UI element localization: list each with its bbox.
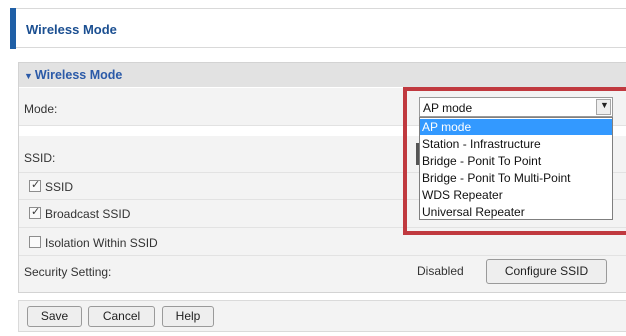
- help-button[interactable]: Help: [162, 306, 214, 327]
- chevron-down-icon: ▼: [600, 100, 609, 110]
- page-title: Wireless Mode: [26, 22, 117, 37]
- cancel-button[interactable]: Cancel: [88, 306, 155, 327]
- check-mark-icon: ✓: [31, 206, 41, 218]
- dropdown-arrow-button[interactable]: ▼: [596, 99, 611, 115]
- mode-option-ap[interactable]: AP mode: [420, 119, 612, 135]
- security-setting-label: Security Setting:: [24, 265, 112, 279]
- save-button[interactable]: Save: [27, 306, 82, 327]
- ssid-checkbox[interactable]: ✓: [29, 179, 41, 192]
- header-accent-bar: [10, 8, 16, 49]
- isolation-checkbox[interactable]: [29, 236, 41, 248]
- mode-option-bridge-ptp[interactable]: Bridge - Ponit To Point: [420, 153, 612, 169]
- ssid-label: SSID:: [24, 151, 56, 165]
- check-mark-icon: ✓: [31, 179, 41, 191]
- mode-label: Mode:: [24, 102, 58, 116]
- mode-option-wds[interactable]: WDS Repeater: [420, 187, 612, 203]
- mode-option-bridge-ptmp[interactable]: Bridge - Ponit To Multi-Point: [420, 170, 612, 186]
- security-status: Disabled: [417, 264, 464, 278]
- mode-option-station[interactable]: Station - Infrastructure: [420, 136, 612, 152]
- collapse-triangle-icon[interactable]: ▼: [24, 71, 33, 81]
- mode-option-universal[interactable]: Universal Repeater: [420, 204, 612, 220]
- broadcast-ssid-label: Broadcast SSID: [45, 207, 131, 221]
- isolation-label: Isolation Within SSID: [45, 236, 158, 250]
- section-title[interactable]: ▼ Wireless Mode: [24, 68, 122, 82]
- broadcast-ssid-checkbox[interactable]: ✓: [29, 206, 41, 219]
- ssid-checkbox-label: SSID: [45, 180, 74, 194]
- mode-select-value: AP mode: [423, 101, 473, 115]
- configure-ssid-button[interactable]: Configure SSID: [486, 259, 607, 284]
- section-title-label: Wireless Mode: [34, 68, 123, 82]
